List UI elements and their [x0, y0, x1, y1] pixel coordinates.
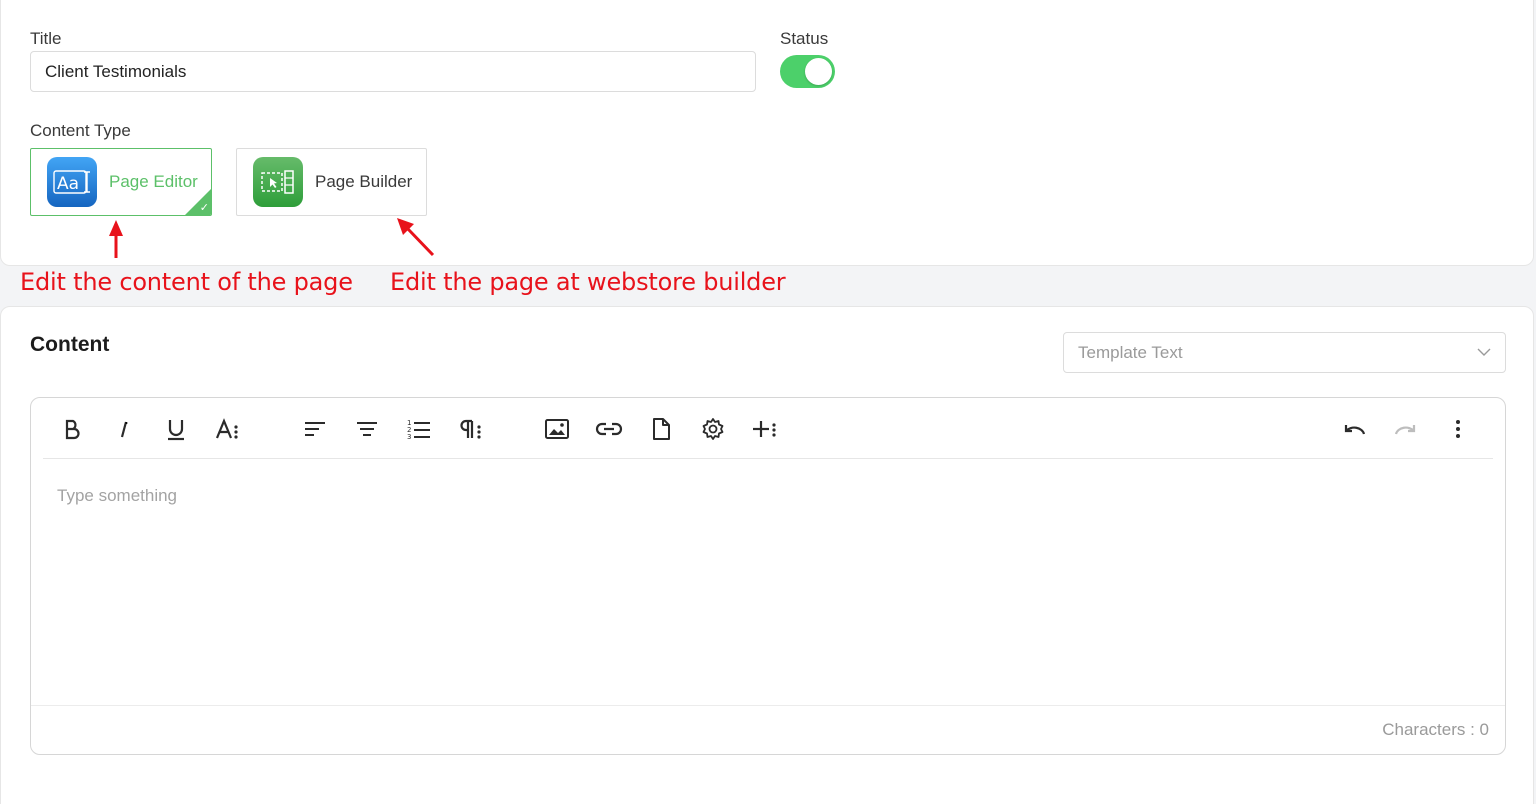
- arrow-up-head: [109, 220, 123, 236]
- editor-toolbar: 123: [43, 398, 1493, 459]
- annotation-arrows: [109, 218, 435, 258]
- align-left-icon[interactable]: [298, 412, 332, 446]
- more-vertical-icon[interactable]: [1441, 412, 1475, 446]
- editor-content-area[interactable]: Type something: [43, 460, 1493, 705]
- gear-icon[interactable]: [696, 412, 730, 446]
- rich-text-editor: 123 Type something Characters: 0: [30, 397, 1506, 755]
- align-center-icon[interactable]: [350, 412, 384, 446]
- svg-text:3: 3: [407, 433, 411, 440]
- font-size-icon[interactable]: [211, 412, 245, 446]
- editor-placeholder: Type something: [57, 486, 178, 505]
- insert-more-icon[interactable]: [748, 412, 782, 446]
- bold-icon[interactable]: [55, 412, 89, 446]
- image-icon[interactable]: [540, 412, 574, 446]
- arrow-diag-line: [406, 227, 435, 257]
- file-icon[interactable]: [644, 412, 678, 446]
- undo-icon[interactable]: [1337, 412, 1371, 446]
- annotation-page-builder: Edit the page at webstore builder: [390, 268, 786, 296]
- chevron-down-icon: [1477, 344, 1491, 362]
- paragraph-icon[interactable]: [454, 412, 488, 446]
- ordered-list-icon[interactable]: 123: [402, 412, 436, 446]
- template-select-placeholder: Template Text: [1078, 342, 1183, 362]
- underline-icon[interactable]: [159, 412, 193, 446]
- redo-icon[interactable]: [1389, 412, 1423, 446]
- italic-icon[interactable]: [107, 412, 141, 446]
- content-heading: Content: [30, 333, 110, 356]
- annotation-page-editor: Edit the content of the page: [20, 268, 353, 296]
- editor-footer: Characters : 0: [31, 705, 1505, 754]
- template-text-select[interactable]: Template Text: [1063, 332, 1506, 373]
- character-count: Characters : 0: [1382, 720, 1489, 739]
- link-icon[interactable]: [592, 412, 626, 446]
